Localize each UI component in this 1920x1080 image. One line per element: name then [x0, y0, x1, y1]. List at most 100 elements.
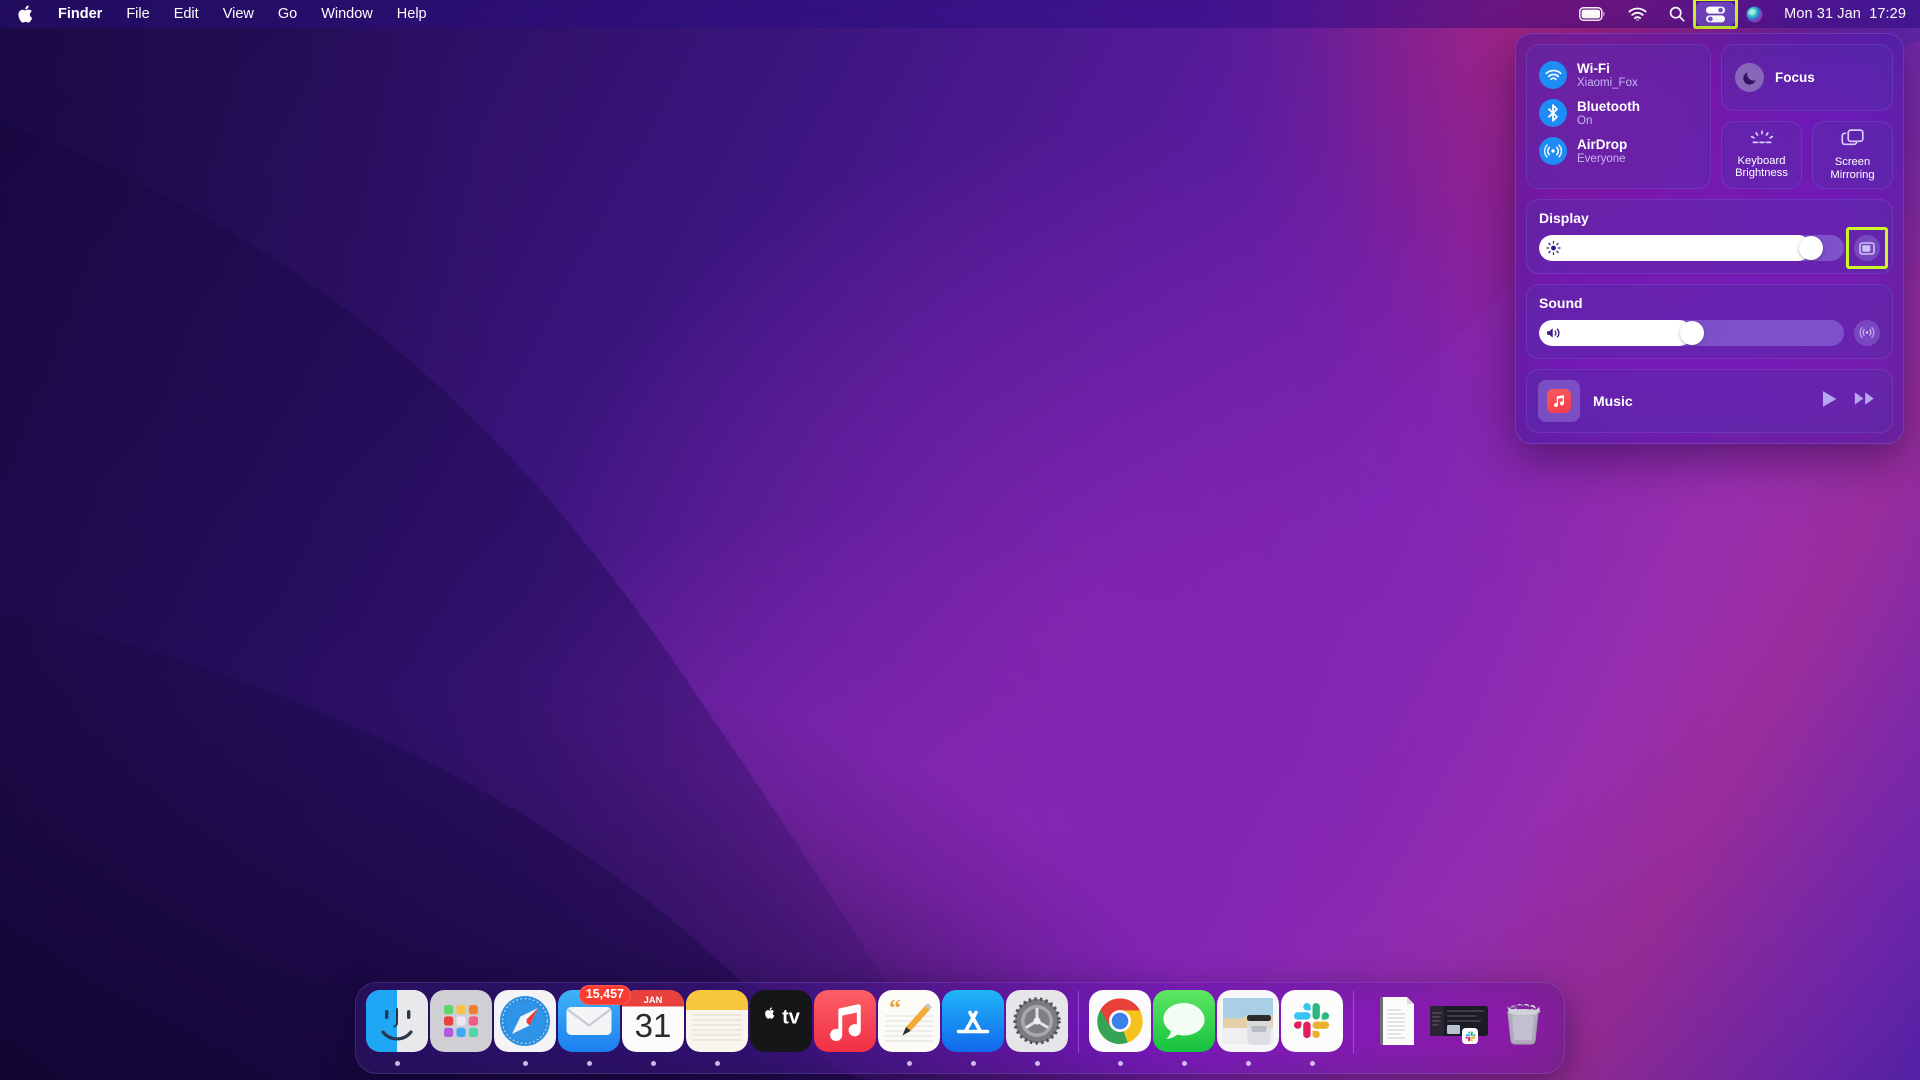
dock-item-finder[interactable] — [365, 989, 429, 1075]
running-indicator — [522, 1061, 528, 1066]
wifi-network-name: Xiaomi_Fox — [1577, 76, 1638, 89]
dock-item-mail[interactable]: 15,457 — [557, 985, 631, 1075]
music-artwork — [1538, 380, 1580, 422]
dock-item-tv[interactable]: tv — [749, 989, 813, 1075]
menu-item-file[interactable]: File — [114, 3, 161, 25]
control-center-panel: Wi-Fi Xiaomi_Fox Bluetooth On AirDrop Ev… — [1515, 33, 1904, 444]
launchpad-icon — [430, 990, 492, 1052]
running-indicator — [1245, 1061, 1251, 1066]
slack-icon — [1281, 990, 1343, 1052]
trash-icon — [1492, 990, 1554, 1052]
apple-menu-icon[interactable] — [10, 5, 46, 23]
siri-icon[interactable] — [1735, 2, 1774, 26]
wifi-icon — [1539, 61, 1567, 89]
dock-item-preview[interactable] — [1216, 989, 1280, 1075]
battery-icon[interactable] — [1568, 2, 1617, 26]
focus-button[interactable]: Focus — [1721, 44, 1893, 111]
control-center-tiles: Keyboard Brightness Screen Mirroring — [1721, 121, 1893, 189]
menu-bar-clock[interactable]: Mon 31 Jan 17:29 — [1774, 6, 1906, 22]
system-preferences-icon — [1006, 990, 1068, 1052]
brightness-slider[interactable] — [1539, 235, 1844, 261]
bluetooth-label: Bluetooth — [1577, 98, 1640, 114]
control-center-right-column: Focus Keyboard Brightness Screen Mirrori… — [1721, 44, 1893, 189]
finder-icon — [366, 990, 428, 1052]
bluetooth-text: Bluetooth On — [1577, 99, 1640, 128]
dock-item-slack[interactable] — [1280, 989, 1344, 1075]
dock-item-music[interactable] — [813, 989, 877, 1075]
volume-icon — [1546, 326, 1563, 340]
safari-icon — [494, 990, 556, 1052]
menu-item-edit[interactable]: Edit — [162, 3, 211, 25]
display-options-button[interactable] — [1854, 235, 1880, 261]
screen-mirroring-button[interactable]: Screen Mirroring — [1812, 121, 1893, 189]
running-indicator — [1181, 1061, 1187, 1066]
screen-mirroring-icon — [1840, 128, 1865, 152]
menu-item-window[interactable]: Window — [309, 3, 385, 25]
menu-item-help[interactable]: Help — [385, 3, 439, 25]
running-indicator — [586, 1061, 592, 1066]
airplay-audio-button[interactable] — [1854, 320, 1880, 346]
fast-forward-icon[interactable] — [1854, 391, 1875, 411]
running-indicator — [1034, 1061, 1040, 1066]
display-options-wrapper — [1846, 227, 1888, 269]
focus-label: Focus — [1775, 70, 1815, 85]
music-app-icon — [1547, 389, 1571, 413]
calendar-day: 31 — [635, 1007, 672, 1044]
dock-item-system-preferences[interactable] — [1005, 989, 1069, 1075]
keyboard-brightness-button[interactable]: Keyboard Brightness — [1721, 121, 1802, 189]
menu-item-view[interactable]: View — [211, 3, 266, 25]
dock-item-app-store[interactable] — [941, 989, 1005, 1075]
apple-tv-icon: tv — [750, 990, 812, 1052]
airdrop-toggle[interactable]: AirDrop Everyone — [1539, 132, 1698, 170]
calendar-month: JAN — [644, 994, 663, 1005]
chrome-icon — [1089, 990, 1151, 1052]
dock-item-chrome[interactable] — [1088, 989, 1152, 1075]
wifi-text: Wi-Fi Xiaomi_Fox — [1577, 61, 1638, 90]
notes-icon — [686, 990, 748, 1052]
music-icon — [814, 990, 876, 1052]
search-icon[interactable] — [1658, 2, 1696, 26]
dock-item-calendar[interactable]: JAN 31 — [621, 989, 685, 1075]
app-store-icon — [942, 990, 1004, 1052]
music-controls — [1821, 390, 1881, 413]
running-indicator — [714, 1061, 720, 1066]
menu-bar-status-area: Mon 31 Jan 17:29 — [1568, 0, 1906, 29]
volume-slider-knob[interactable] — [1679, 321, 1704, 345]
dock-separator-2 — [1353, 991, 1354, 1053]
dock-item-notes[interactable] — [685, 989, 749, 1075]
connectivity-card: Wi-Fi Xiaomi_Fox Bluetooth On AirDrop Ev… — [1526, 44, 1711, 189]
play-icon[interactable] — [1821, 390, 1838, 413]
running-indicator — [650, 1061, 656, 1066]
dock-item-trash[interactable] — [1491, 989, 1555, 1075]
dock-item-slack-window[interactable] — [1427, 989, 1491, 1075]
textedit-icon: “ — [878, 990, 940, 1052]
dock-item-messages[interactable] — [1152, 989, 1216, 1075]
brightness-slider-knob[interactable] — [1799, 236, 1824, 260]
svg-text:“: “ — [889, 996, 901, 1022]
running-indicator — [394, 1061, 400, 1066]
running-indicator — [970, 1061, 976, 1066]
menu-item-go[interactable]: Go — [266, 3, 309, 25]
dock-item-textedit[interactable]: “ — [877, 989, 941, 1075]
control-center-icon[interactable] — [1693, 0, 1739, 29]
bluetooth-toggle[interactable]: Bluetooth On — [1539, 94, 1698, 132]
music-title: Music — [1593, 393, 1633, 409]
menu-bar-left: Finder File Edit View Go Window Help — [10, 3, 439, 25]
display-slider-row — [1539, 227, 1888, 269]
music-widget: Music — [1526, 369, 1893, 433]
display-title: Display — [1539, 210, 1589, 226]
airdrop-label: AirDrop — [1577, 136, 1628, 152]
bluetooth-status: On — [1577, 114, 1593, 127]
dock-item-documents-stack[interactable] — [1363, 989, 1427, 1075]
dock-item-safari[interactable] — [493, 989, 557, 1075]
volume-slider[interactable] — [1539, 320, 1844, 346]
menu-item-finder[interactable]: Finder — [46, 3, 114, 25]
wifi-icon[interactable] — [1617, 2, 1658, 26]
airdrop-visibility: Everyone — [1577, 152, 1626, 165]
control-center-top-row: Wi-Fi Xiaomi_Fox Bluetooth On AirDrop Ev… — [1526, 44, 1893, 189]
airdrop-text: AirDrop Everyone — [1577, 137, 1627, 166]
sound-slider-row — [1539, 320, 1880, 346]
wifi-toggle[interactable]: Wi-Fi Xiaomi_Fox — [1539, 56, 1698, 94]
dock-separator — [1078, 991, 1079, 1053]
dock-item-launchpad[interactable] — [429, 989, 493, 1075]
